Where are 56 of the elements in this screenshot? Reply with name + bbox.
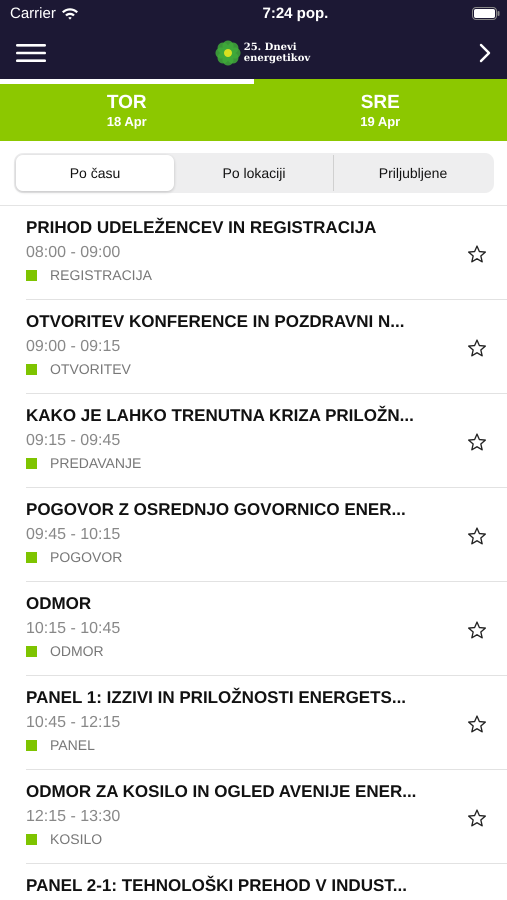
category-label: OTVORITEV <box>50 361 131 377</box>
category-label: REGISTRACIJA <box>50 267 152 283</box>
session-row[interactable]: ODMOR 10:15 - 10:45 ODMOR <box>26 582 507 676</box>
session-time: 12:15 - 13:30 <box>26 808 122 826</box>
session-row[interactable]: PANEL 2-1: TEHNOLOŠKI PREHOD V INDUST... <box>26 864 507 900</box>
logo-subtitle: energetikov <box>244 53 310 64</box>
star-icon[interactable] <box>467 432 487 452</box>
battery-icon <box>472 7 500 20</box>
category-label: ODMOR <box>50 643 104 659</box>
star-icon[interactable] <box>467 338 487 358</box>
session-title: POGOVOR Z OSREDNJO GOVORNICO ENER... <box>26 500 406 520</box>
category-square-icon <box>26 740 37 750</box>
session-title: PANEL 1: IZZIVI IN PRILOŽNOSTI ENERGETS... <box>26 688 406 708</box>
session-time: 08:00 - 09:00 <box>26 244 122 262</box>
star-icon[interactable] <box>467 244 487 264</box>
category-square-icon <box>26 458 37 468</box>
chevron-right-icon[interactable] <box>478 43 491 63</box>
session-title: ODMOR <box>26 594 92 614</box>
category-square-icon <box>26 270 37 280</box>
star-icon[interactable] <box>467 808 487 828</box>
category-square-icon <box>26 552 37 562</box>
session-title: OTVORITEV KONFERENCE IN POZDRAVNI N... <box>26 312 404 332</box>
session-row[interactable]: OTVORITEV KONFERENCE IN POZDRAVNI N... 09:00 - 09:15 OTVORITEV <box>26 300 507 394</box>
session-row[interactable]: ODMOR ZA KOSILO IN OGLED AVENIJE ENER... 12:15 - 13:30 KOSILO <box>26 770 507 864</box>
session-row[interactable]: POGOVOR Z OSREDNJO GOVORNICO ENER... 09:45 - 10:15 POGOVOR <box>26 488 507 582</box>
carrier-label: Carrier <box>10 5 56 22</box>
segment-tab[interactable]: Po času <box>16 155 174 191</box>
star-icon[interactable] <box>467 620 487 640</box>
flower-logo-icon <box>214 40 241 66</box>
session-time: 09:00 - 09:15 <box>26 338 122 356</box>
category-square-icon <box>26 364 37 374</box>
category-label: KOSILO <box>50 831 102 847</box>
session-time: 09:45 - 10:15 <box>26 526 122 544</box>
session-time: 10:15 - 10:45 <box>26 620 120 638</box>
category-square-icon <box>26 646 37 656</box>
wifi-icon <box>60 7 79 20</box>
star-icon[interactable] <box>467 526 487 546</box>
segment-tab[interactable]: Po lokaciji <box>174 155 333 191</box>
logo-title: 25. Dnevi <box>244 42 298 53</box>
session-time: 09:15 - 09:45 <box>26 432 122 450</box>
session-row[interactable]: KAKO JE LAHKO TRENUTNA KRIZA PRILOŽN... 09:15 - 09:45 PREDAVANJE <box>26 394 507 488</box>
menu-icon[interactable] <box>16 43 46 63</box>
category-label: PANEL <box>50 737 95 753</box>
category-square-icon <box>26 834 37 844</box>
session-row[interactable]: PRIHOD UDELEŽENCEV IN REGISTRACIJA 08:00 - 09:00 REGISTRACIJA <box>26 206 507 300</box>
category-label: POGOVOR <box>50 549 122 565</box>
category-label: PREDAVANJE <box>50 455 142 471</box>
star-icon[interactable] <box>467 714 487 734</box>
session-title: KAKO JE LAHKO TRENUTNA KRIZA PRILOŽN... <box>26 406 414 426</box>
session-title: ODMOR ZA KOSILO IN OGLED AVENIJE ENER... <box>26 782 416 802</box>
session-title: PRIHOD UDELEŽENCEV IN REGISTRACIJA <box>26 218 376 238</box>
session-row[interactable]: PANEL 1: IZZIVI IN PRILOŽNOSTI ENERGETS... 10:45 - 12:15 PANEL <box>26 676 507 770</box>
segment-tab[interactable]: Priljubljene <box>333 155 492 191</box>
session-title: PANEL 2-1: TEHNOLOŠKI PREHOD V INDUST... <box>26 876 407 896</box>
status-time: 7:24 pop. <box>262 5 328 22</box>
session-time: 10:45 - 12:15 <box>26 714 122 732</box>
